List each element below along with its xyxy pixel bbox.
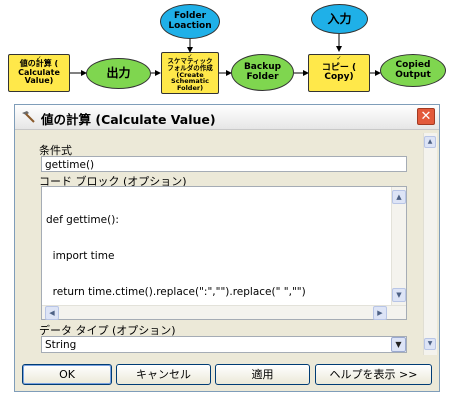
dialog-titlebar[interactable]: 値の計算 (Calculate Value) ✕ <box>15 105 439 130</box>
copy-tool-node[interactable]: ✓ コピー ( Copy) <box>308 54 370 92</box>
copy-node-label: コピー ( Copy) <box>321 62 357 82</box>
scroll-up-icon[interactable]: ▲ <box>424 136 436 148</box>
copied-output-node-label: Copied Output <box>395 60 431 80</box>
scroll-down-icon[interactable]: ▼ <box>392 288 406 302</box>
folder-loaction-data-node[interactable]: Folder Loaction <box>160 4 220 39</box>
show-help-button-label: ヘルプを表示 >> <box>329 368 418 381</box>
output-node-label: 出力 <box>106 66 131 81</box>
code-vertical-scrollbar[interactable]: ▲ ▼ <box>391 187 406 305</box>
expression-value: gettime() <box>45 159 95 171</box>
ok-button[interactable]: OK <box>22 364 112 385</box>
dialog-content: 条件式 gettime() コード ブロック (オプション) def getti… <box>18 131 421 357</box>
calculate-value-tool-node[interactable]: ✓ 値の計算 ( Calculate Value) <box>8 54 70 92</box>
code-line: import time <box>46 250 115 262</box>
input-node-label: 入力 <box>327 11 352 26</box>
scroll-down-icon[interactable]: ▼ <box>424 338 436 350</box>
chevron-down-icon[interactable]: ▼ <box>391 337 406 352</box>
backup-folder-data-node[interactable]: Backup Folder <box>231 54 294 91</box>
checkmark-icon: ✓ <box>336 55 342 62</box>
scroll-left-icon[interactable]: ◀ <box>45 306 59 320</box>
hammer-tool-icon <box>22 111 35 123</box>
close-icon: ✕ <box>420 109 432 124</box>
apply-button-label: 適用 <box>251 368 274 381</box>
folder-loaction-node-label: Folder Loaction <box>168 11 212 31</box>
backup-folder-node-label: Backup Folder <box>243 62 282 82</box>
show-help-button[interactable]: ヘルプを表示 >> <box>315 364 432 385</box>
copied-output-data-node[interactable]: Copied Output <box>380 54 446 87</box>
code-horizontal-scrollbar[interactable]: ◀ ▶ <box>42 305 406 320</box>
create-schematic-folder-tool-node[interactable]: ✓ スケマティック フォルダの作成 (Create Schematic Fold… <box>161 52 219 94</box>
apply-button[interactable]: 適用 <box>215 364 310 385</box>
checkmark-icon: ✓ <box>36 55 42 62</box>
dialog-vertical-scrollbar[interactable]: ▲ ▼ <box>423 133 437 355</box>
calculate-value-dialog: 値の計算 (Calculate Value) ✕ 条件式 gettime() コ… <box>14 104 440 392</box>
code-line: return time.ctime().replace(":","").repl… <box>46 286 306 298</box>
ok-button-label: OK <box>59 368 75 381</box>
code-line: def gettime(): <box>46 214 119 226</box>
output-data-node[interactable]: 出力 <box>86 58 151 89</box>
input-data-node[interactable]: 入力 <box>311 4 368 34</box>
cancel-button[interactable]: キャンセル <box>116 364 211 385</box>
calculate-value-node-label: 値の計算 ( Calculate Value) <box>18 59 60 86</box>
data-type-select[interactable]: String <box>41 336 407 353</box>
close-button[interactable]: ✕ <box>417 108 435 125</box>
code-block-textarea[interactable]: def gettime(): import time return time.c… <box>41 186 407 320</box>
scroll-right-icon[interactable]: ▶ <box>373 306 387 320</box>
expression-input[interactable]: gettime() <box>41 156 407 172</box>
data-type-value: String <box>45 339 77 351</box>
scroll-up-icon[interactable]: ▲ <box>392 190 406 204</box>
dialog-title: 値の計算 (Calculate Value) <box>41 112 216 127</box>
model-diagram: ✓ 値の計算 ( Calculate Value) 出力 Folder Loac… <box>0 0 455 97</box>
checkmark-icon: ✓ <box>187 53 193 60</box>
cancel-button-label: キャンセル <box>136 368 191 381</box>
